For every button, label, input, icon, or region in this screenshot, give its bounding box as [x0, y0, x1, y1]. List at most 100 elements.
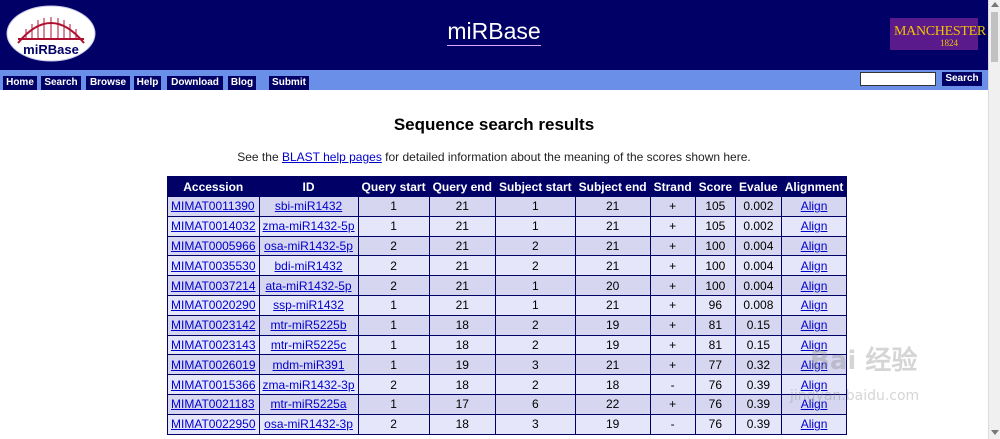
accession-link[interactable]: MIMAT0023143	[171, 338, 256, 352]
mirna-id-link[interactable]: zma-miR1432-3p	[263, 378, 355, 392]
search-button[interactable]: Search	[942, 72, 982, 86]
mirna-id-link[interactable]: bdi-miR1432	[275, 259, 343, 273]
blast-help-link[interactable]: BLAST help pages	[282, 150, 382, 164]
query-end-cell: 21	[429, 197, 495, 216]
nav-submit[interactable]: Submit	[269, 76, 309, 90]
evalue-cell: 0.008	[736, 295, 781, 315]
table-header-row: Accession ID Query start Query end Subje…	[168, 177, 847, 196]
align-link[interactable]: Align	[801, 219, 828, 233]
id-cell: mtr-miR5225b	[259, 315, 358, 335]
search-input[interactable]	[860, 72, 936, 86]
align-link[interactable]: Align	[801, 239, 828, 253]
align-link[interactable]: Align	[801, 397, 828, 411]
scroll-down-arrow-icon[interactable]	[991, 430, 999, 435]
mirna-id-link[interactable]: osa-miR1432-3p	[264, 417, 353, 431]
strand-cell: +	[650, 335, 695, 355]
align-link[interactable]: Align	[801, 338, 828, 352]
query-start-cell: 1	[358, 216, 429, 236]
accession-cell: MIMAT0011390	[168, 197, 259, 216]
strand-cell: +	[650, 236, 695, 256]
accession-cell: MIMAT0026019	[168, 355, 259, 375]
align-link[interactable]: Align	[801, 378, 828, 392]
align-link[interactable]: Align	[801, 358, 828, 372]
subject-end-cell: 20	[575, 276, 650, 295]
accession-link[interactable]: MIMAT0026019	[171, 358, 256, 372]
accession-link[interactable]: MIMAT0020290	[171, 298, 256, 312]
accession-link[interactable]: MIMAT0015366	[171, 378, 256, 392]
query-end-cell: 21	[429, 295, 495, 315]
alignment-cell: Align	[781, 256, 847, 276]
nav-blog[interactable]: Blog	[228, 76, 256, 90]
nav-home[interactable]: Home	[3, 76, 37, 90]
query-start-cell: 1	[358, 335, 429, 355]
table-row: MIMAT0005966 osa-miR1432-5p 2 21 2 21 +100 0.00…	[168, 236, 847, 256]
manchester-logo[interactable]: MANCHESTER 1824	[890, 18, 986, 50]
subject-end-cell: 21	[575, 216, 650, 236]
accession-cell: MIMAT0021183	[168, 394, 259, 414]
vertical-scrollbar[interactable]	[988, 0, 1000, 439]
alignment-cell: Align	[781, 236, 847, 256]
mirna-id-link[interactable]: ata-miR1432-5p	[266, 279, 352, 293]
score-cell: 100	[695, 276, 736, 295]
subject-start-cell: 3	[495, 414, 575, 434]
mirna-id-link[interactable]: mtr-miR5225a	[271, 397, 347, 411]
accession-link[interactable]: MIMAT0037214	[171, 279, 256, 293]
accession-link[interactable]: MIMAT0014032	[171, 219, 256, 233]
score-cell: 81	[695, 335, 736, 355]
id-cell: ata-miR1432-5p	[259, 276, 358, 295]
column-header-evalue: Evalue	[736, 177, 781, 196]
mirna-id-link[interactable]: sbi-miR1432	[275, 199, 342, 213]
subject-start-cell: 2	[495, 315, 575, 335]
results-table: Accession ID Query start Query end Subje…	[167, 176, 848, 435]
mirna-id-link[interactable]: ssp-miR1432	[273, 298, 344, 312]
column-header-query-start: Query start	[358, 177, 429, 196]
align-link[interactable]: Align	[801, 318, 828, 332]
query-end-cell: 18	[429, 335, 495, 355]
align-link[interactable]: Align	[801, 259, 828, 273]
id-cell: mdm-miR391	[259, 355, 358, 375]
strand-cell: +	[650, 256, 695, 276]
subject-end-cell: 21	[575, 355, 650, 375]
nav-download[interactable]: Download	[167, 76, 223, 90]
align-link[interactable]: Align	[801, 298, 828, 312]
nav-browse[interactable]: Browse	[86, 76, 130, 90]
accession-link[interactable]: MIMAT0005966	[171, 239, 256, 253]
mirna-id-link[interactable]: zma-miR1432-5p	[263, 219, 355, 233]
align-link[interactable]: Align	[801, 199, 828, 213]
nav-search[interactable]: Search	[41, 76, 81, 90]
mirna-id-link[interactable]: mtr-miR5225c	[271, 338, 346, 352]
accession-cell: MIMAT0005966	[168, 236, 259, 256]
subject-end-cell: 19	[575, 414, 650, 434]
table-row: MIMAT0023142 mtr-miR5225b 1 18 2 19 +81 0.15 Ali…	[168, 315, 847, 335]
nav-help[interactable]: Help	[134, 76, 161, 90]
accession-link[interactable]: MIMAT0023142	[171, 318, 256, 332]
accession-cell: MIMAT0023142	[168, 315, 259, 335]
mirna-id-link[interactable]: mtr-miR5225b	[271, 318, 347, 332]
accession-link[interactable]: MIMAT0035530	[171, 259, 256, 273]
align-link[interactable]: Align	[801, 279, 828, 293]
table-row: MIMAT0026019 mdm-miR391 1 19 3 21 +77 0.32 Align	[168, 355, 847, 375]
strand-cell: -	[650, 414, 695, 434]
accession-cell: MIMAT0015366	[168, 375, 259, 394]
scroll-up-arrow-icon[interactable]	[991, 2, 999, 7]
evalue-cell: 0.002	[736, 197, 781, 216]
subject-end-cell: 21	[575, 197, 650, 216]
table-row: MIMAT0011390 sbi-miR1432 1 21 1 21 +105 0.002 Al…	[168, 197, 847, 216]
id-cell: sbi-miR1432	[259, 197, 358, 216]
id-cell: osa-miR1432-3p	[259, 414, 358, 434]
accession-cell: MIMAT0037214	[168, 276, 259, 295]
accession-link[interactable]: MIMAT0021183	[171, 397, 255, 411]
accession-link[interactable]: MIMAT0022950	[171, 417, 256, 431]
mirna-id-link[interactable]: mdm-miR391	[273, 358, 345, 372]
mirna-id-link[interactable]: osa-miR1432-5p	[264, 239, 353, 253]
query-end-cell: 21	[429, 256, 495, 276]
id-cell: bdi-miR1432	[259, 256, 358, 276]
accession-link[interactable]: MIMAT0011390	[171, 199, 255, 213]
query-end-cell: 18	[429, 375, 495, 394]
accession-cell: MIMAT0022950	[168, 414, 259, 434]
scrollbar-thumb[interactable]	[991, 12, 998, 62]
column-header-alignment: Alignment	[781, 177, 847, 196]
query-end-cell: 18	[429, 414, 495, 434]
alignment-cell: Align	[781, 335, 847, 355]
align-link[interactable]: Align	[801, 417, 828, 431]
